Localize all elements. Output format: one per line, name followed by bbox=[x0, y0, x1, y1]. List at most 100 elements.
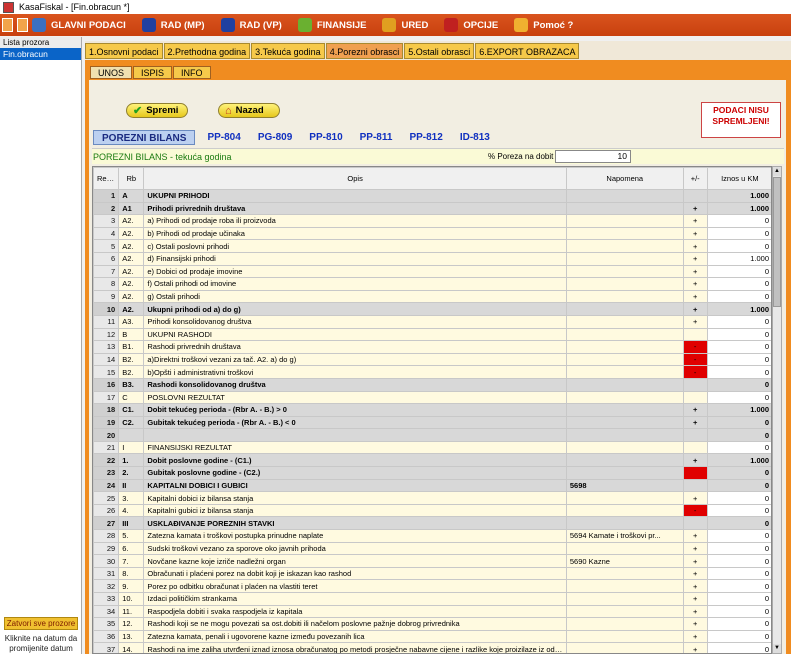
table-row[interactable]: 15 B2. b)Opšti i administrativni troškovi -… bbox=[93, 365, 771, 379]
row-code[interactable]: 3. bbox=[118, 491, 145, 505]
row-code[interactable]: II bbox=[118, 478, 145, 493]
row-note[interactable] bbox=[565, 566, 684, 581]
table-row[interactable]: 34 11. Raspodjela dobiti i svaka raspodjel… bbox=[93, 604, 771, 619]
row-sign[interactable]: + bbox=[682, 592, 708, 606]
table-row[interactable]: 22 1. Dobit poslovne godine - (C1.) +1.000 bbox=[93, 453, 771, 468]
row-code[interactable]: B bbox=[118, 327, 145, 342]
row-amount[interactable]: 0 bbox=[706, 478, 771, 493]
row-amount[interactable]: 1.000 bbox=[706, 453, 771, 468]
row-sign[interactable]: + bbox=[682, 453, 708, 468]
row-code[interactable]: A1 bbox=[118, 201, 145, 216]
table-row[interactable]: 37 14. Rashodi na ime zaliha utvrđeni izna… bbox=[93, 642, 771, 653]
table-row[interactable]: 33 10. Izdaci političkim strankama +0 bbox=[93, 592, 771, 606]
row-sign[interactable] bbox=[682, 327, 708, 342]
row-description[interactable]: Rashodi konsolidovanog društva bbox=[143, 377, 567, 392]
row-sign[interactable]: + bbox=[682, 214, 708, 228]
row-description[interactable]: Dobit tekućeg perioda - (Rbr A. - B.) > … bbox=[143, 403, 567, 417]
grid-scrollbar[interactable]: ▲ ▼ bbox=[772, 166, 782, 654]
table-row[interactable]: 31 8. Obračunati i plaćeni porez na dobit … bbox=[93, 566, 771, 581]
row-code[interactable]: 5. bbox=[118, 529, 145, 543]
row-amount[interactable]: 0 bbox=[706, 277, 771, 291]
table-row[interactable]: 20 0 bbox=[93, 428, 771, 442]
table-row[interactable]: 1 A UKUPNI PRIHODI 1.000 bbox=[93, 189, 771, 203]
row-code[interactable]: A2. bbox=[118, 302, 145, 316]
row-description[interactable]: e) Dobici od prodaje imovine bbox=[143, 264, 567, 279]
row-amount[interactable]: 0 bbox=[706, 566, 771, 581]
form-tab[interactable]: PP-811 bbox=[360, 130, 393, 145]
row-amount[interactable]: 0 bbox=[706, 365, 771, 379]
row-amount[interactable]: 0 bbox=[706, 340, 771, 354]
row-note[interactable] bbox=[565, 327, 684, 342]
menu-item[interactable]: FINANSIJE bbox=[297, 18, 366, 32]
row-sign[interactable] bbox=[682, 466, 708, 480]
row-amount[interactable]: 0 bbox=[706, 428, 771, 442]
row-note[interactable] bbox=[565, 642, 684, 653]
row-description[interactable]: a) Prihodi od prodaje roba ili proizvoda bbox=[143, 214, 567, 228]
row-description[interactable]: Kapitalni gubici iz bilansa stanja bbox=[143, 503, 567, 518]
row-amount[interactable]: 1.000 bbox=[706, 251, 771, 266]
main-tab[interactable]: 4.Porezni obrasci bbox=[325, 43, 404, 59]
row-amount[interactable]: 0 bbox=[706, 503, 771, 518]
menu-item[interactable]: OPCIJE bbox=[444, 18, 498, 32]
row-description[interactable]: a)Direktni troškovi vezani za tač. A2. a… bbox=[143, 352, 567, 367]
row-description[interactable]: Porez po odbitku obračunat i plaćen na v… bbox=[143, 579, 567, 593]
row-code[interactable]: A2. bbox=[118, 214, 145, 228]
sub-tab[interactable]: UNOS bbox=[90, 66, 133, 79]
row-code[interactable]: C1. bbox=[118, 403, 145, 417]
row-code[interactable]: 7. bbox=[118, 554, 145, 568]
form-tab[interactable]: ID-813 bbox=[460, 130, 490, 145]
row-amount[interactable]: 0 bbox=[706, 579, 771, 593]
row-amount[interactable]: 1.000 bbox=[706, 201, 771, 216]
row-description[interactable]: Dobit poslovne godine - (C1.) bbox=[143, 453, 567, 468]
row-note[interactable] bbox=[565, 503, 684, 518]
row-code[interactable]: 4. bbox=[118, 503, 145, 518]
menu-item[interactable]: GLAVNI PODACI bbox=[32, 18, 126, 32]
row-description[interactable]: KAPITALNI DOBICI I GUBICI bbox=[143, 478, 567, 493]
main-tab[interactable]: 2.Prethodna godina bbox=[163, 43, 251, 59]
row-description[interactable]: c) Ostali poslovni prihodi bbox=[143, 239, 567, 253]
row-code[interactable]: 13. bbox=[118, 629, 145, 644]
row-note[interactable] bbox=[565, 516, 684, 531]
row-amount[interactable]: 0 bbox=[706, 377, 771, 392]
row-code[interactable]: A2. bbox=[118, 264, 145, 279]
row-code[interactable]: B3. bbox=[118, 377, 145, 392]
document-menu-icon[interactable] bbox=[17, 18, 28, 32]
row-amount[interactable]: 1.000 bbox=[706, 189, 771, 203]
table-row[interactable]: 35 12. Rashodi koji se ne mogu povezati sa… bbox=[93, 617, 771, 631]
row-description[interactable]: Rashodi koji se ne mogu povezati sa ost.… bbox=[143, 617, 567, 631]
row-amount[interactable]: 0 bbox=[706, 352, 771, 367]
row-sign[interactable] bbox=[682, 428, 708, 442]
row-note[interactable] bbox=[565, 214, 684, 228]
row-sign[interactable]: + bbox=[682, 617, 708, 631]
row-sign[interactable]: + bbox=[682, 226, 708, 241]
row-note[interactable] bbox=[565, 365, 684, 379]
table-row[interactable]: 29 6. Sudski troškovi vezano za sporove ok… bbox=[93, 541, 771, 556]
table-row[interactable]: 3 A2. a) Prihodi od prodaje roba ili proiz… bbox=[93, 214, 771, 228]
row-sign[interactable]: + bbox=[682, 579, 708, 593]
table-row[interactable]: 13 B1. Rashodi privrednih društava -0 bbox=[93, 340, 771, 354]
form-tab[interactable]: PP-812 bbox=[409, 130, 442, 145]
table-row[interactable]: 5 A2. c) Ostali poslovni prihodi +0 bbox=[93, 239, 771, 253]
row-amount[interactable]: 0 bbox=[706, 592, 771, 606]
row-note[interactable] bbox=[565, 201, 684, 216]
row-amount[interactable]: 0 bbox=[706, 264, 771, 279]
form-tab[interactable]: PG-809 bbox=[258, 130, 292, 145]
table-row[interactable]: 23 2. Gubitak poslovne godine - (C2.) 0 bbox=[93, 466, 771, 480]
row-code[interactable]: B2. bbox=[118, 365, 145, 379]
row-description[interactable]: Kapitalni dobici iz bilansa stanja bbox=[143, 491, 567, 505]
scroll-down-icon[interactable]: ▼ bbox=[773, 644, 781, 653]
row-sign[interactable]: - bbox=[682, 352, 708, 367]
row-sign[interactable]: - bbox=[682, 340, 708, 354]
main-tab[interactable]: 3.Tekuća godina bbox=[251, 43, 325, 59]
row-code[interactable]: B1. bbox=[118, 340, 145, 354]
row-sign[interactable]: + bbox=[682, 302, 708, 316]
row-amount[interactable]: 0 bbox=[706, 604, 771, 619]
form-tab[interactable]: POREZNI BILANS bbox=[93, 130, 196, 145]
row-code[interactable]: A2. bbox=[118, 289, 145, 304]
table-row[interactable]: 7 A2. e) Dobici od prodaje imovine +0 bbox=[93, 264, 771, 279]
window-list-item[interactable]: Fin.obracun bbox=[0, 48, 81, 60]
row-description[interactable]: Rashodi privrednih društava bbox=[143, 340, 567, 354]
row-note[interactable] bbox=[565, 189, 684, 203]
row-amount[interactable]: 0 bbox=[706, 541, 771, 556]
row-description[interactable]: d) Finansijski prihodi bbox=[143, 251, 567, 266]
